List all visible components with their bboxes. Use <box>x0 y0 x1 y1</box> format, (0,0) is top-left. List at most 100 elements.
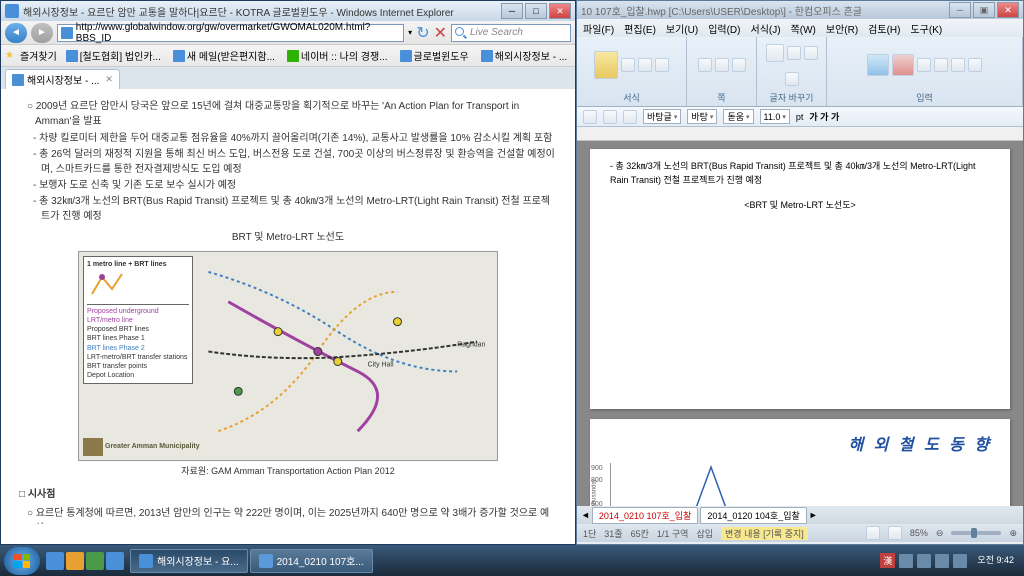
view-mode-icon-2[interactable] <box>888 526 902 540</box>
tray-icon[interactable] <box>899 554 913 568</box>
minimize-button[interactable]: ─ <box>501 3 523 19</box>
ribbon-replace: 글자 바꾸기 <box>757 37 827 106</box>
menu-tools[interactable]: 도구(K) <box>910 21 942 36</box>
master-page-icon[interactable] <box>787 46 801 60</box>
quick-icon[interactable] <box>46 552 64 570</box>
char-format-icon[interactable] <box>698 58 712 72</box>
bold-buttons[interactable]: 가 가 가 <box>809 110 839 123</box>
fav-item-1[interactable]: 새 메일(받은편지함... <box>170 47 278 64</box>
table-icon[interactable] <box>867 54 889 76</box>
ribbon-label: 글자 바꾸기 <box>761 91 822 104</box>
status-section: 1/1 구역 <box>657 527 689 540</box>
start-button[interactable] <box>4 547 40 575</box>
ie-titlebar[interactable]: 해외시장정보 - 요르단 암만 교통을 말하다|요르단 - KOTRA 글로벌윈… <box>1 1 575 21</box>
refresh-icon[interactable]: ↻ <box>416 23 429 43</box>
copy-format-icon[interactable] <box>621 58 635 72</box>
svg-text:Raghdan: Raghdan <box>457 342 485 349</box>
style-dropdown[interactable]: 바탕글 <box>643 109 681 124</box>
new-icon[interactable] <box>583 110 597 124</box>
tab-close-icon[interactable]: ✕ <box>105 74 113 85</box>
tab-nav-left[interactable]: ◄ <box>581 510 590 520</box>
style-icon[interactable] <box>732 58 746 72</box>
ribbon: 서식 쪽 글자 바꾸기 <box>577 37 1023 107</box>
taskbar: 해외시장정보 - 요... 2014_0210 107호... 漢 오전 9:4… <box>0 545 1024 576</box>
shape-icon[interactable] <box>917 58 931 72</box>
stop-icon[interactable]: ✕ <box>434 23 447 43</box>
search-bar[interactable]: Live Search <box>451 24 571 42</box>
quick-icon[interactable] <box>86 552 104 570</box>
zoom-in-button[interactable]: ⊕ <box>1009 528 1017 539</box>
menu-edit[interactable]: 편집(E) <box>624 21 656 36</box>
picture-icon[interactable] <box>934 58 948 72</box>
doc-tab-0[interactable]: 2014_0210 107호_입찰 <box>592 507 698 524</box>
fav-item-4[interactable]: 해외시장정보 - ... <box>478 47 570 64</box>
margin-icon[interactable] <box>766 44 784 62</box>
menu-review[interactable]: 검토(H) <box>868 21 900 36</box>
menu-view[interactable]: 보기(U) <box>666 21 698 36</box>
page-1[interactable]: - 총 32㎞/3개 노선의 BRT(Bus Rapid Transit) 프로… <box>590 149 1010 409</box>
zoom-out-button[interactable]: ⊖ <box>936 528 944 539</box>
tab-strip: 해외시장정보 - ... ✕ <box>1 67 575 89</box>
menu-input[interactable]: 입력(D) <box>708 21 740 36</box>
save-icon[interactable] <box>623 110 637 124</box>
clock[interactable]: 오전 9:42 <box>971 556 1020 566</box>
tab-active[interactable]: 해외시장정보 - ... ✕ <box>5 69 120 89</box>
favorites-label[interactable]: 즐겨찾기 <box>20 48 57 63</box>
doc-line-2: <BRT 및 Metro-LRT 노선도> <box>610 198 990 212</box>
para-format-icon[interactable] <box>715 58 729 72</box>
maximize-button[interactable]: ▣ <box>973 2 995 18</box>
drawing-icon[interactable] <box>951 58 965 72</box>
ruler[interactable] <box>577 127 1023 141</box>
favorites-bar: ★ 즐겨찾기 [철도협회] 법인카... 새 메일(받은편지함... 네이버 :… <box>1 45 575 67</box>
view-mode-icon[interactable] <box>866 526 880 540</box>
menu-security[interactable]: 보안(R) <box>826 21 858 36</box>
paste-icon[interactable] <box>594 51 618 79</box>
chart-icon[interactable] <box>892 54 914 76</box>
tab-icon <box>12 74 24 86</box>
forward-button[interactable]: ► <box>31 23 53 43</box>
font-size-dropdown[interactable]: 11.0 <box>760 109 790 124</box>
font-face-dropdown[interactable]: 돋움 <box>723 109 753 124</box>
replace-icon[interactable] <box>785 72 799 86</box>
volume-icon[interactable] <box>935 554 949 568</box>
select-all-icon[interactable] <box>638 58 652 72</box>
close-button[interactable]: ✕ <box>997 2 1019 18</box>
fav-item-2[interactable]: 네이버 :: 나의 경쟁... <box>284 47 391 64</box>
page-content[interactable]: ○ 2009년 요르단 암만시 당국은 앞으로 15년에 걸쳐 대중교통망을 획… <box>1 89 575 524</box>
quick-icon[interactable] <box>106 552 124 570</box>
document-area[interactable]: - 총 32㎞/3개 노선의 BRT(Bus Rapid Transit) 프로… <box>577 141 1023 506</box>
address-bar[interactable]: http://www.globalwindow.org/gw/overmarke… <box>57 24 404 42</box>
doc-line-1: - 총 32㎞/3개 노선의 BRT(Bus Rapid Transit) 프로… <box>610 159 990 188</box>
ie-icon <box>5 4 19 18</box>
task-ie[interactable]: 해외시장정보 - 요... <box>130 549 248 573</box>
column-icon[interactable] <box>804 46 818 60</box>
font-family-dropdown[interactable]: 바탕 <box>687 109 717 124</box>
network-icon[interactable] <box>953 554 967 568</box>
tab-nav-right[interactable]: ► <box>809 510 818 520</box>
fav-item-3[interactable]: 글로벌윈도우 <box>397 47 472 64</box>
clear-marks-icon[interactable] <box>655 58 669 72</box>
hwp-titlebar[interactable]: 10 107호_입찰.hwp [C:\Users\USER\Desktop\] … <box>577 1 1023 19</box>
task-hwp[interactable]: 2014_0210 107호... <box>250 549 373 573</box>
minimize-button[interactable]: ─ <box>949 2 971 18</box>
doc-tab-1[interactable]: 2014_0120 104호_입찰 <box>700 507 806 524</box>
back-button[interactable]: ◄ <box>5 23 27 43</box>
fav-item-0[interactable]: [철도협회] 법인카... <box>63 47 164 64</box>
favorites-star-icon[interactable]: ★ <box>5 50 14 61</box>
search-placeholder: Live Search <box>470 27 523 38</box>
object-select-icon[interactable] <box>968 58 982 72</box>
dropdown-icon[interactable]: ▾ <box>408 28 412 37</box>
page-2[interactable]: 해 외 철 도 동 향 900 800 600 500 L (thousands… <box>590 419 1010 506</box>
menu-file[interactable]: 파일(F) <box>583 21 614 36</box>
maximize-button[interactable]: □ <box>525 3 547 19</box>
menu-page[interactable]: 쪽(W) <box>791 21 816 36</box>
menu-format[interactable]: 서식(J) <box>751 21 781 36</box>
tray-lang[interactable]: 漢 <box>880 553 895 568</box>
quick-launch <box>46 552 124 570</box>
close-button[interactable]: ✕ <box>549 3 571 19</box>
open-icon[interactable] <box>603 110 617 124</box>
zoom-slider[interactable] <box>951 531 1001 535</box>
quick-icon[interactable] <box>66 552 84 570</box>
tray-icon[interactable] <box>917 554 931 568</box>
ribbon-label: 서식 <box>581 91 682 104</box>
